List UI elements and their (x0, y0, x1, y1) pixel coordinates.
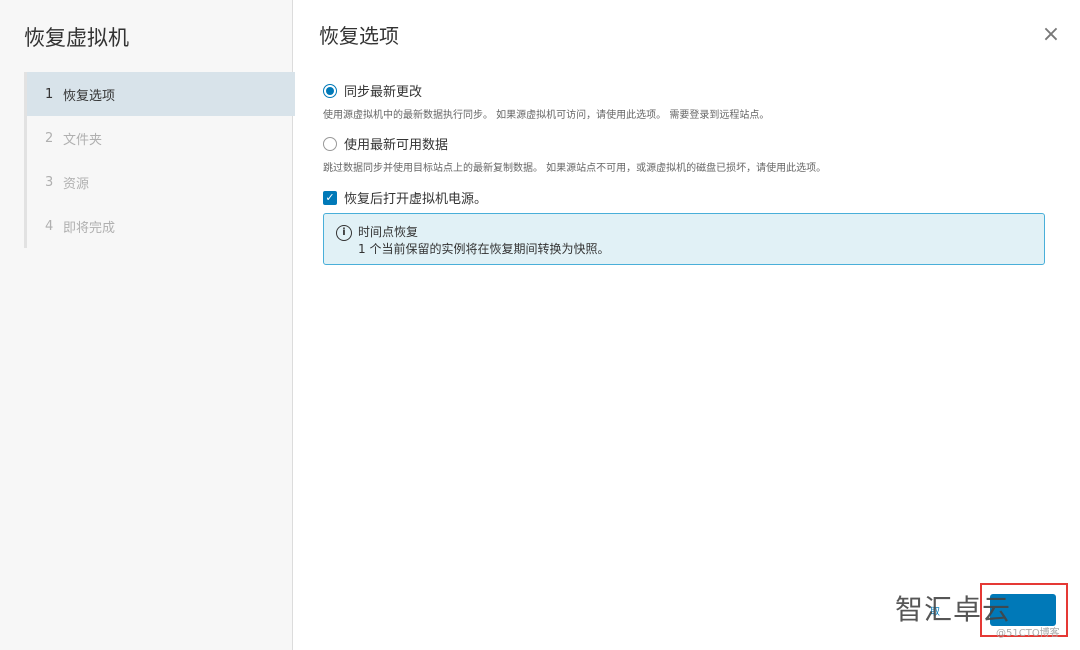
step-label: 资源 (63, 176, 90, 192)
option-label: 恢复后打开虚拟机电源。 (344, 192, 488, 207)
option-description: 跳过数据同步并使用目标站点上的最新复制数据。 如果源站点不可用，或源虚拟机的磁盘… (323, 163, 827, 174)
info-alert: i 时间点恢复 1 个当前保留的实例将在恢复期间转换为快照。 (323, 213, 1045, 265)
info-icon: i (336, 225, 352, 241)
step-label: 即将完成 (63, 220, 116, 236)
watermark-sub: @51CTO博客 (996, 628, 1060, 639)
wizard-content: 恢复选项 × 同步最新更改 使用源虚拟机中的最新数据执行同步。 如果源虚拟机可访… (293, 0, 1080, 650)
step-number: 3 (45, 174, 54, 190)
info-text: 1 个当前保留的实例将在恢复期间转换为快照。 (358, 242, 610, 256)
step-label: 恢复选项 (63, 88, 116, 104)
wizard-title: 恢复虚拟机 (24, 26, 129, 50)
step-number: 4 (45, 218, 54, 234)
step-recovery-options[interactable]: 1 恢复选项 (27, 72, 295, 116)
option-sync-latest[interactable]: 同步最新更改 使用源虚拟机中的最新数据执行同步。 如果源虚拟机可访问，请使用此选… (323, 81, 769, 121)
recover-vm-dialog: 恢复虚拟机 1 恢复选项 2 文件夹 3 资源 4 即将完成 恢复选项 × 同步… (0, 0, 1080, 650)
close-icon[interactable]: × (1040, 24, 1062, 46)
step-number: 2 (45, 130, 54, 146)
step-resource[interactable]: 3 资源 (27, 160, 295, 204)
info-title: 时间点恢复 (358, 225, 419, 239)
watermark: 智汇卓云 (895, 593, 1012, 626)
step-number: 1 (45, 86, 54, 102)
wizard-steps: 1 恢复选项 2 文件夹 3 资源 4 即将完成 (24, 72, 295, 248)
option-use-latest-data[interactable]: 使用最新可用数据 跳过数据同步并使用目标站点上的最新复制数据。 如果源站点不可用… (323, 134, 826, 174)
option-label: 同步最新更改 (344, 85, 423, 100)
option-label: 使用最新可用数据 (344, 138, 449, 153)
step-folder[interactable]: 2 文件夹 (27, 116, 295, 160)
radio-use-latest-data[interactable] (323, 136, 337, 151)
wizard-sidebar: 恢复虚拟机 1 恢复选项 2 文件夹 3 资源 4 即将完成 (0, 0, 295, 650)
option-description: 使用源虚拟机中的最新数据执行同步。 如果源虚拟机可访问，请使用此选项。 需要登录… (323, 110, 770, 121)
page-title: 恢复选项 (319, 24, 399, 48)
checkbox-power-on[interactable]: ✓ (323, 190, 337, 205)
option-power-on[interactable]: ✓ 恢复后打开虚拟机电源。 (323, 188, 487, 207)
step-label: 文件夹 (63, 132, 103, 148)
step-ready-to-complete[interactable]: 4 即将完成 (27, 204, 295, 248)
radio-sync-latest[interactable] (323, 83, 337, 98)
